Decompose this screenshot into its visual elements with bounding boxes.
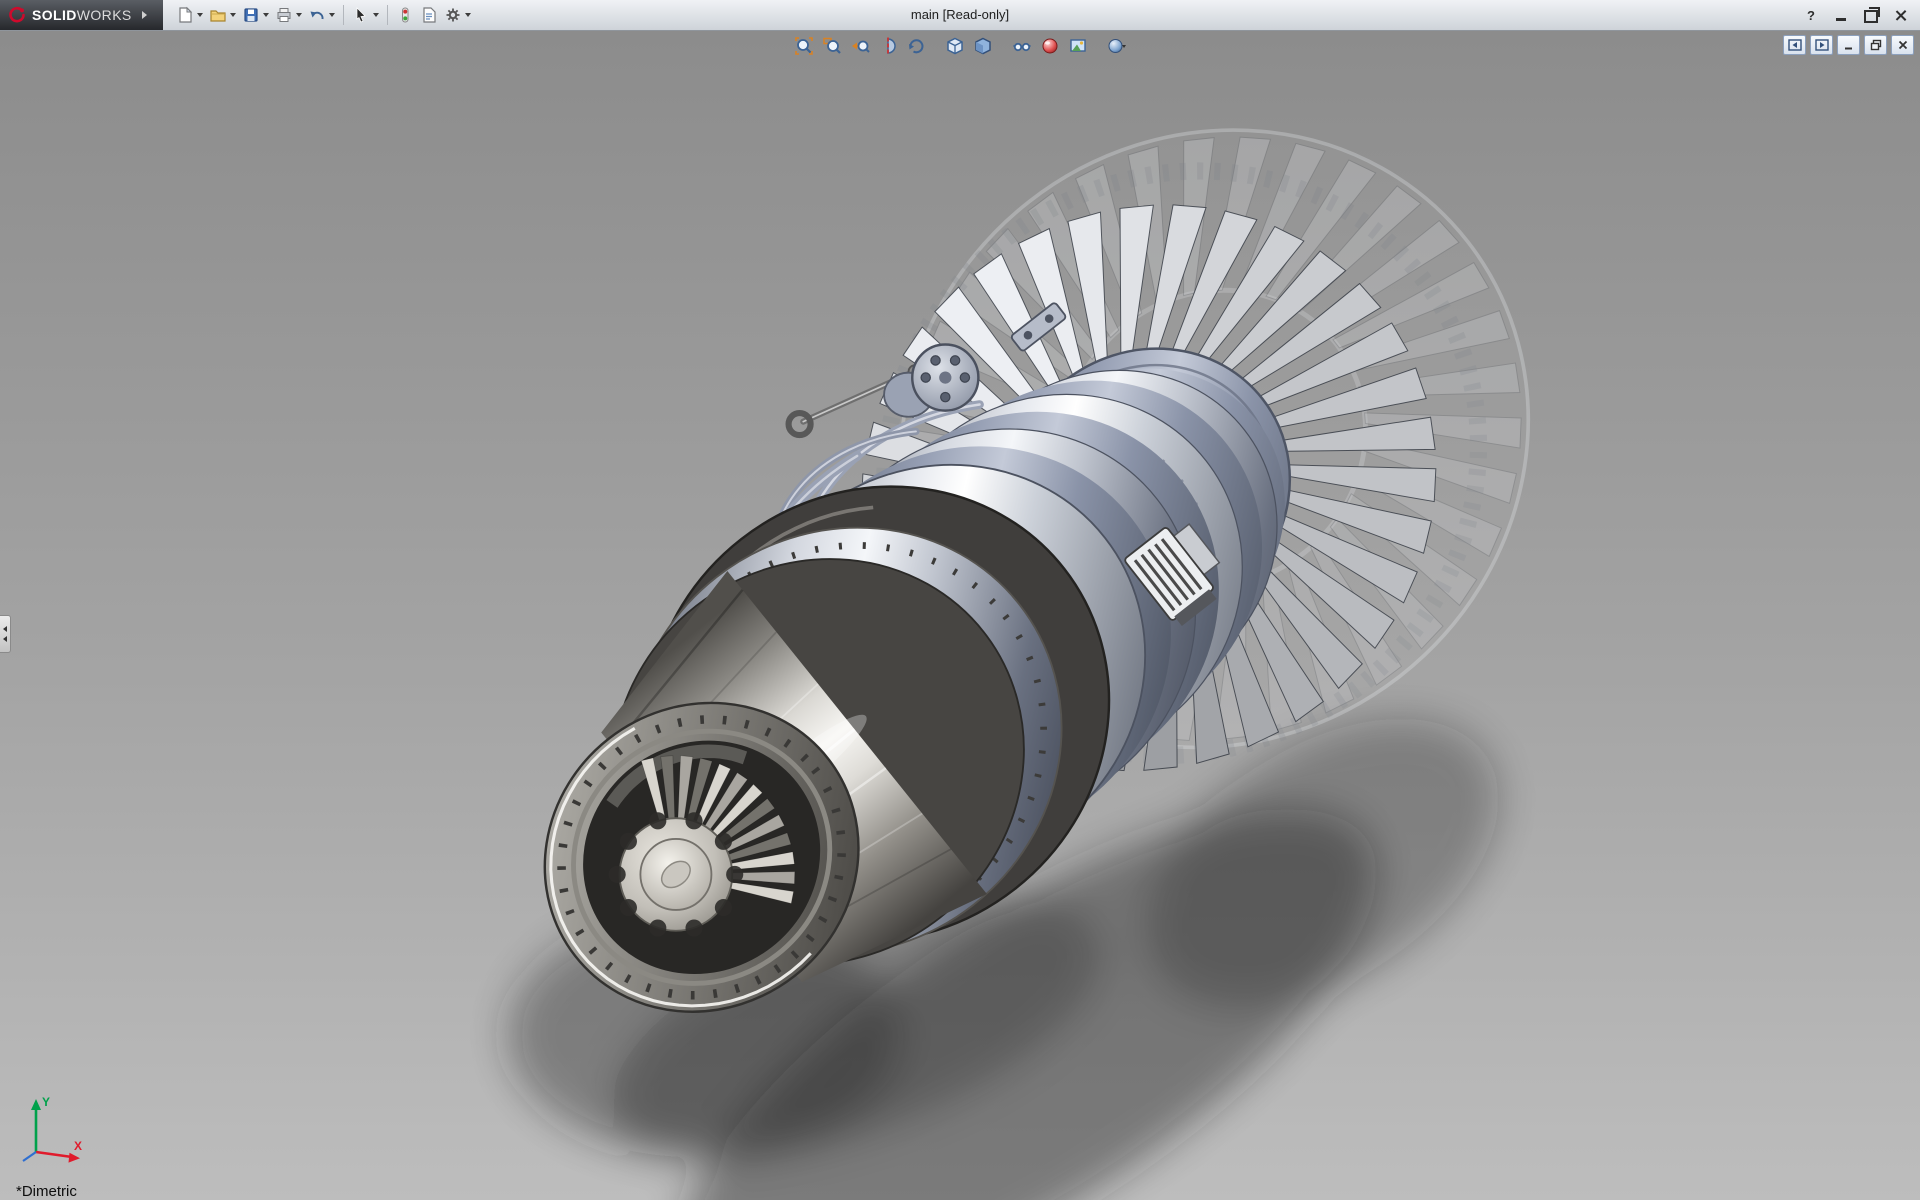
new-dropdown-caret[interactable] — [197, 13, 203, 17]
edit-appearance-button[interactable] — [1037, 34, 1062, 57]
rebuild-traffic-light-icon — [396, 6, 414, 24]
undo-button[interactable] — [305, 4, 338, 26]
restore-document-icon — [1870, 39, 1882, 51]
collapse-arrow-icon — [3, 626, 7, 632]
restore-icon — [1864, 10, 1878, 23]
display-style-icon — [973, 36, 993, 56]
minimize-button[interactable] — [1832, 6, 1850, 24]
open-dropdown-caret[interactable] — [230, 13, 236, 17]
file-properties-button[interactable] — [417, 4, 441, 26]
open-button[interactable] — [206, 4, 239, 26]
toolbar-separator — [387, 5, 388, 25]
view-orientation-cube-icon — [945, 36, 965, 56]
help-button[interactable]: ? — [1802, 6, 1820, 24]
solidworks-logo-icon — [8, 6, 26, 24]
view-orientation-button[interactable] — [942, 34, 967, 57]
view-settings-button[interactable] — [1104, 34, 1129, 57]
print-dropdown-caret[interactable] — [296, 13, 302, 17]
new-button[interactable] — [173, 4, 206, 26]
x-axis-arrow — [69, 1153, 81, 1163]
save-floppy-icon — [242, 6, 260, 24]
options-dropdown-caret[interactable] — [465, 13, 471, 17]
graphics-area[interactable]: X Y *Dimetric — [0, 30, 1920, 1200]
rotate-view-button[interactable] — [903, 34, 928, 57]
x-axis-label: X — [74, 1139, 82, 1153]
display-style-button[interactable] — [970, 34, 995, 57]
rotate-view-icon — [906, 36, 926, 56]
standard-toolbar — [173, 4, 474, 26]
y-axis-label: Y — [42, 1095, 50, 1109]
rebuild-button[interactable] — [393, 4, 417, 26]
close-icon — [1895, 9, 1907, 21]
dock-left-button[interactable] — [1783, 35, 1806, 55]
options-button[interactable] — [441, 4, 474, 26]
zoom-to-area-button[interactable] — [819, 34, 844, 57]
dock-right-icon — [1815, 39, 1829, 51]
document-title: main [Read-only] — [911, 0, 1009, 30]
minimize-icon — [1836, 18, 1846, 21]
section-view-button[interactable] — [875, 34, 900, 57]
minimize-document-button[interactable] — [1837, 35, 1860, 55]
document-window-controls — [1783, 35, 1914, 55]
print-icon — [275, 6, 293, 24]
y-axis-arrow — [31, 1099, 41, 1110]
options-gear-icon — [444, 6, 462, 24]
select-cursor-icon — [352, 6, 370, 24]
titlebar: SOLIDWORKS — [0, 0, 1920, 31]
dock-left-icon — [1788, 39, 1802, 51]
app-brand: SOLIDWORKS — [0, 0, 163, 30]
restore-button[interactable] — [1862, 6, 1880, 24]
open-folder-icon — [209, 6, 227, 24]
zoom-to-fit-icon — [794, 36, 814, 56]
restore-document-button[interactable] — [1864, 35, 1887, 55]
z-axis — [23, 1152, 36, 1161]
apply-scene-button[interactable] — [1065, 34, 1090, 57]
view-settings-icon — [1107, 36, 1127, 56]
apply-scene-icon — [1068, 36, 1088, 56]
orientation-triad: X Y — [12, 1090, 96, 1174]
dock-right-button[interactable] — [1810, 35, 1833, 55]
section-view-icon — [878, 36, 898, 56]
zoom-to-fit-button[interactable] — [791, 34, 816, 57]
select-dropdown-caret[interactable] — [373, 13, 379, 17]
minimize-document-icon — [1843, 39, 1855, 51]
undo-dropdown-caret[interactable] — [329, 13, 335, 17]
collapse-arrow-icon — [3, 636, 7, 642]
3d-viewport[interactable] — [0, 30, 1920, 1200]
previous-view-button[interactable] — [847, 34, 872, 57]
toolbar-separator — [343, 5, 344, 25]
panel-collapse-handle[interactable] — [0, 615, 11, 653]
hide-show-glasses-icon — [1012, 36, 1032, 56]
brand-menu-chevron-icon[interactable] — [142, 11, 147, 19]
window-controls: ? — [1802, 0, 1910, 30]
select-button[interactable] — [349, 4, 382, 26]
new-document-icon — [176, 6, 194, 24]
close-document-icon — [1897, 39, 1909, 51]
brand-text-bold: SOLID — [32, 7, 77, 23]
heads-up-view-toolbar — [791, 34, 1129, 57]
brand-text-light: WORKS — [77, 7, 132, 23]
save-button[interactable] — [239, 4, 272, 26]
zoom-to-area-icon — [822, 36, 842, 56]
previous-view-icon — [850, 36, 870, 56]
file-properties-icon — [420, 6, 438, 24]
edit-appearance-ball-icon — [1040, 36, 1060, 56]
close-button[interactable] — [1892, 6, 1910, 24]
undo-arrow-icon — [308, 6, 326, 24]
print-button[interactable] — [272, 4, 305, 26]
view-orientation-label: *Dimetric — [16, 1183, 77, 1200]
hide-show-items-button[interactable] — [1009, 34, 1034, 57]
save-dropdown-caret[interactable] — [263, 13, 269, 17]
close-document-button[interactable] — [1891, 35, 1914, 55]
